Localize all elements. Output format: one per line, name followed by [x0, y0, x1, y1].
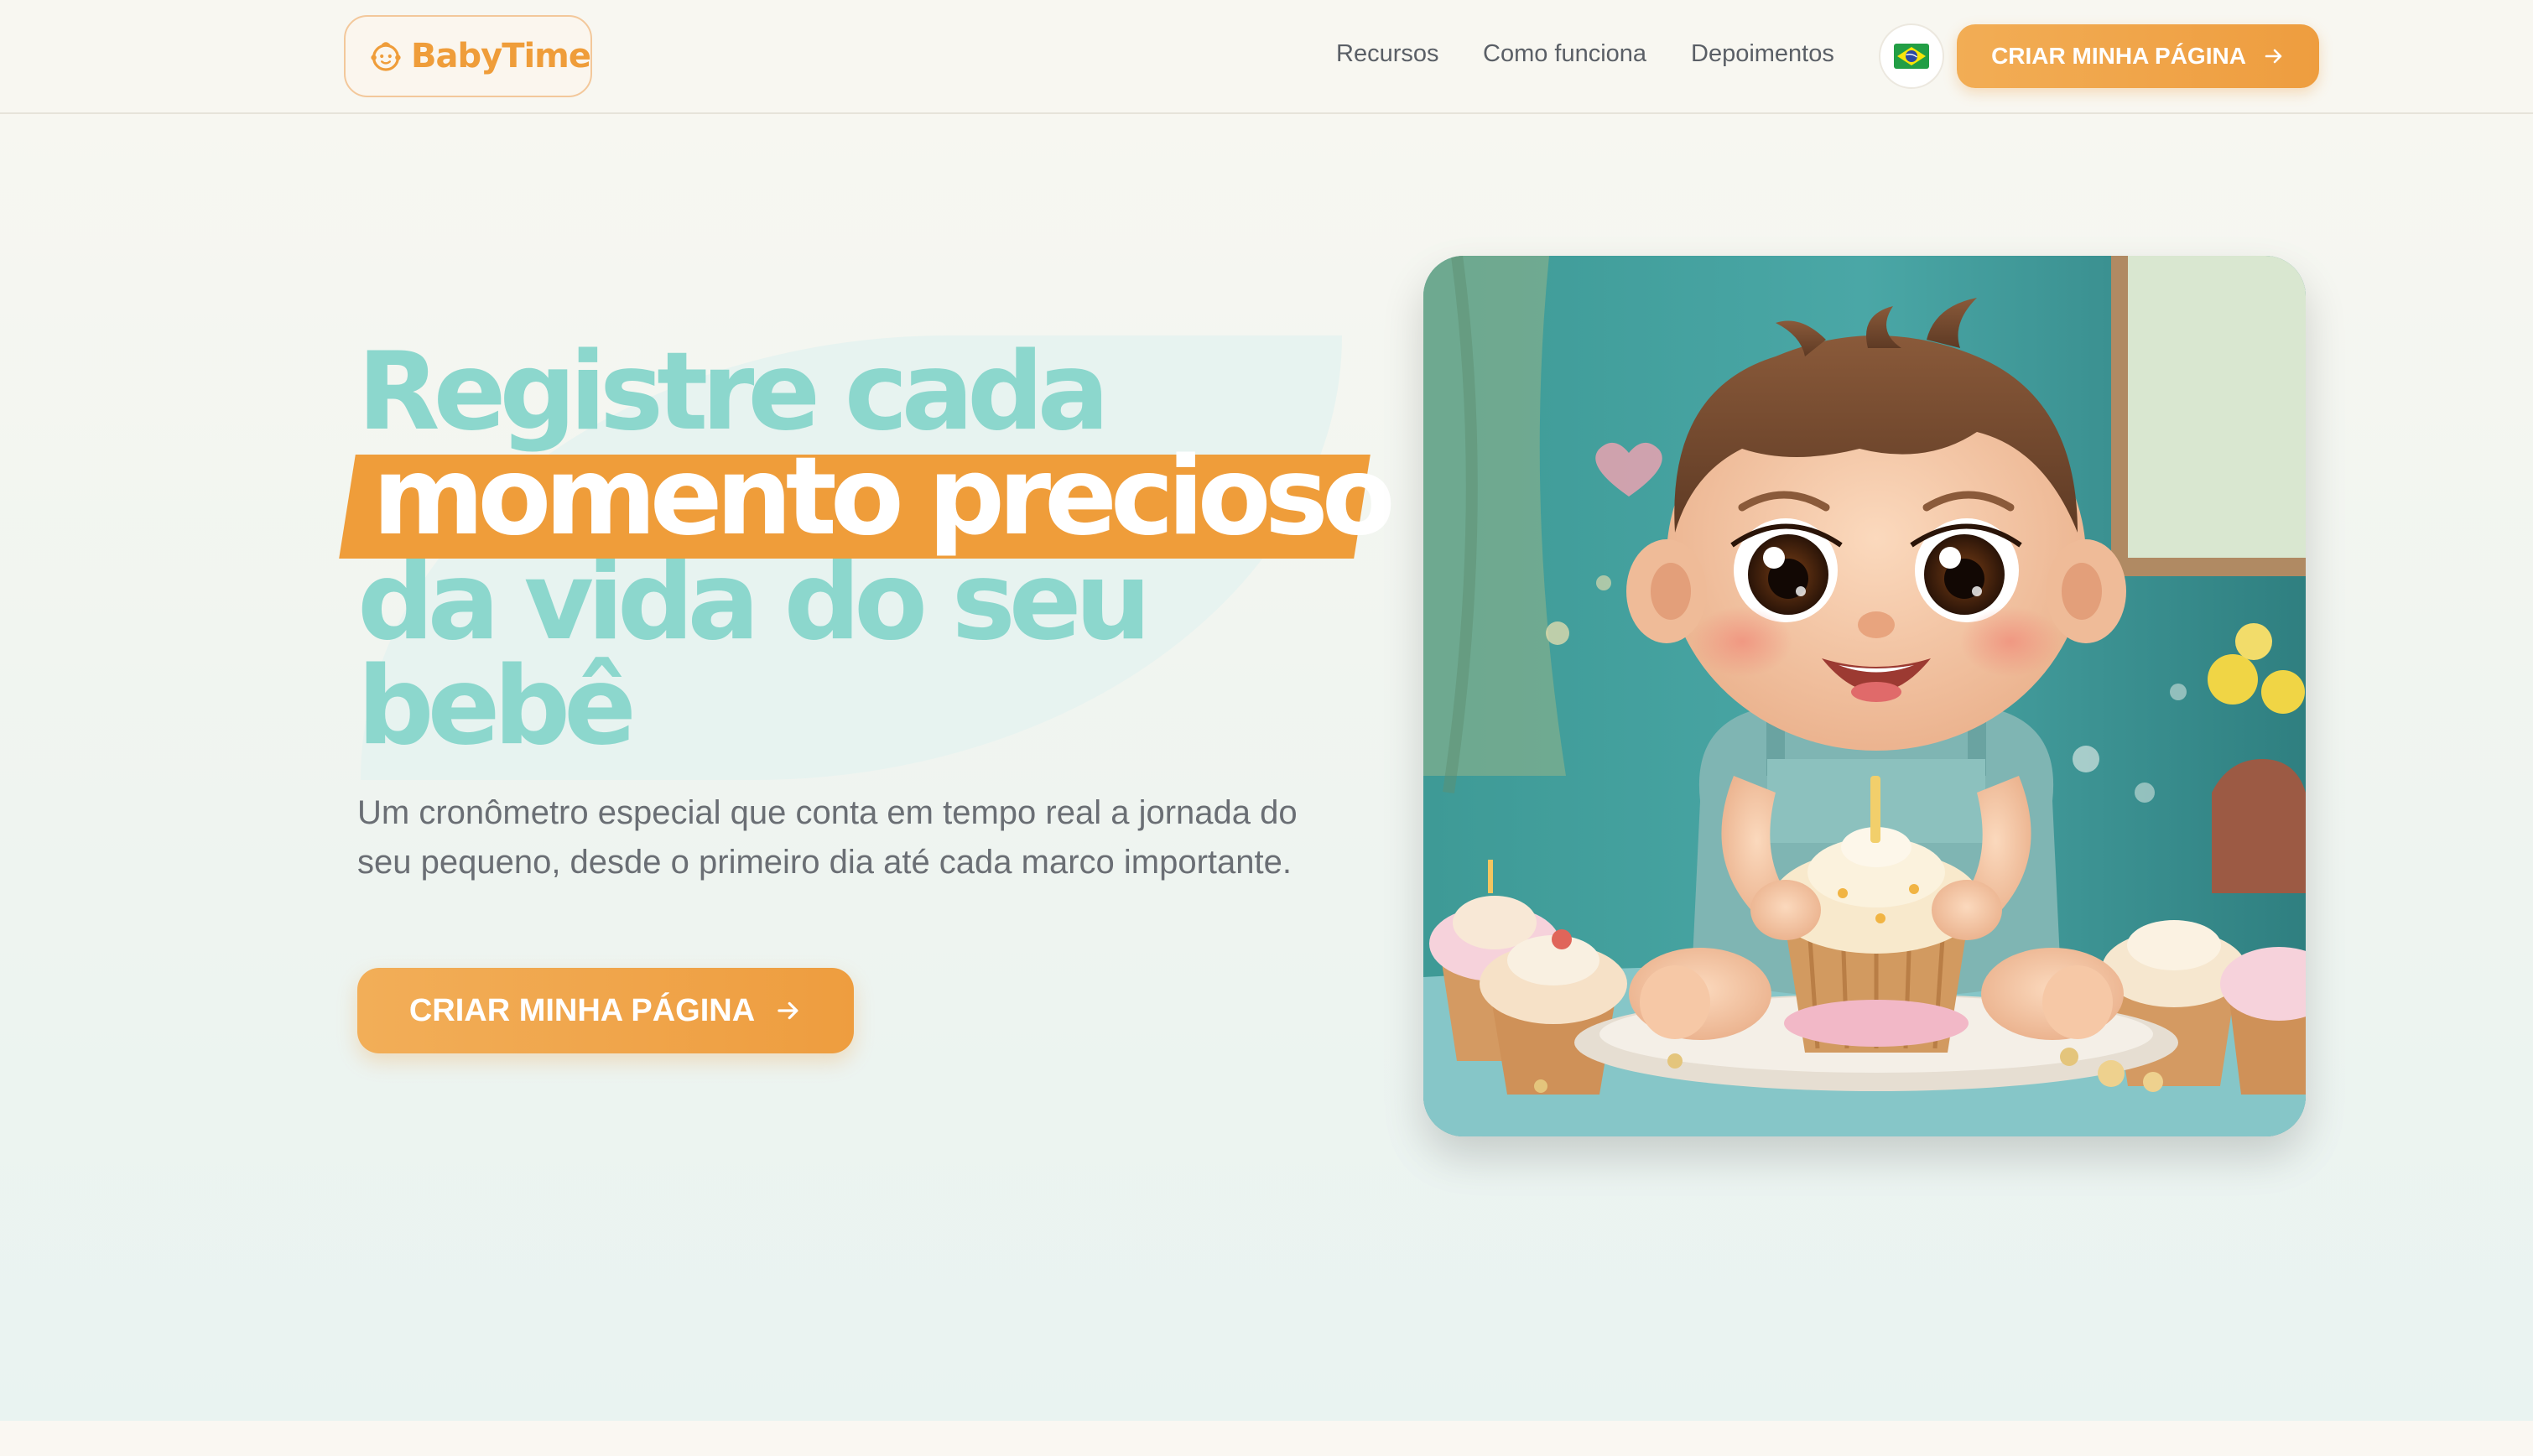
baby-face-icon	[371, 42, 401, 71]
headline-highlight-text: momento precioso	[372, 434, 1396, 559]
nav-link-recursos[interactable]: Recursos	[1336, 40, 1439, 68]
headline-line-4: bebê	[357, 644, 637, 769]
arrow-right-icon	[2265, 49, 2282, 64]
headline-highlight: momento precioso	[339, 444, 1406, 559]
logo-text: BabyTime	[411, 37, 591, 75]
nav-link-depoimentos[interactable]: Depoimentos	[1691, 40, 1834, 68]
header-create-page-label: CRIAR MINHA PÁGINA	[1991, 43, 2246, 69]
site-header: BabyTime Recursos Como funciona Depoimen…	[0, 0, 2533, 114]
brazil-flag-icon	[1894, 44, 1929, 69]
hero-subtitle: Um cronômetro especial que conta em temp…	[357, 794, 1298, 881]
hero-headline: Registre cada momento precioso da vida d…	[339, 330, 1406, 769]
header-create-page-button[interactable]: CRIAR MINHA PÁGINA	[1957, 24, 2319, 88]
headline-line-3: da vida do seu	[357, 539, 1152, 664]
hero-create-page-button[interactable]: CRIAR MINHA PÁGINA	[357, 968, 854, 1053]
arrow-right-icon	[778, 1001, 798, 1020]
next-section-edge	[0, 1421, 2533, 1456]
hero-create-page-label: CRIAR MINHA PÁGINA	[408, 992, 756, 1028]
language-selector[interactable]	[1879, 23, 1944, 89]
headline-line-1: Registre cada	[357, 330, 1110, 455]
hero-image-baby-cupcakes	[1423, 256, 2306, 1136]
logo[interactable]: BabyTime	[344, 15, 592, 97]
nav-link-como-funciona[interactable]: Como funciona	[1483, 40, 1646, 68]
